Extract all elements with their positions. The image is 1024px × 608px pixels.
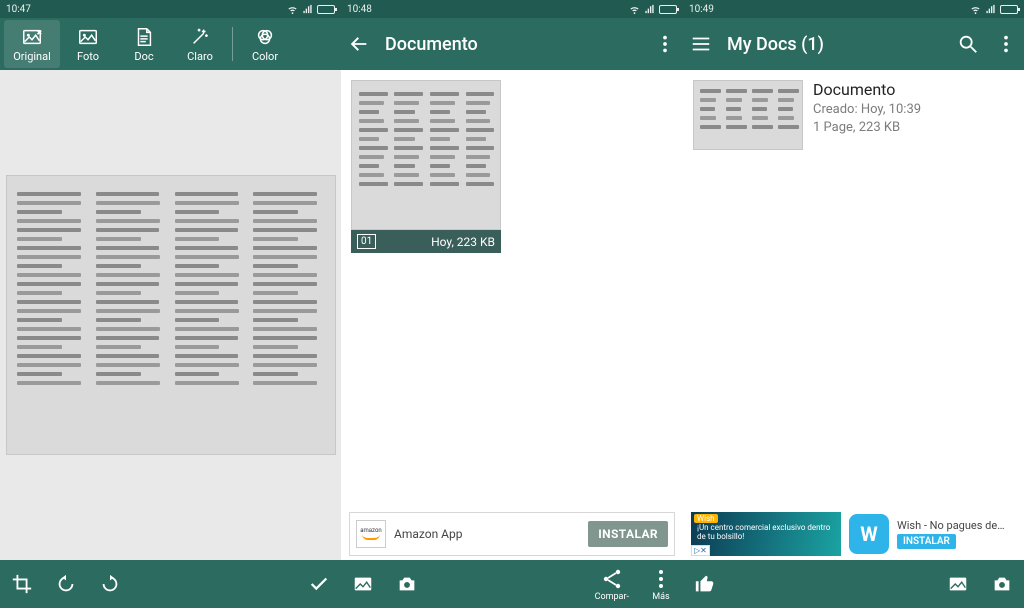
ad-title: Wish - No pagues de… (897, 519, 1005, 532)
library-bottombar (683, 560, 1024, 608)
wifi-icon (629, 4, 640, 15)
doc-thumbnail (693, 80, 803, 150)
filter-original[interactable]: Original (4, 20, 60, 68)
status-bar: 10:49 (683, 0, 1024, 18)
thumbs-up-button[interactable] (693, 572, 717, 596)
filter-claro-label: Claro (187, 50, 213, 63)
more-label: Más (652, 592, 669, 602)
confirm-button[interactable] (307, 572, 331, 596)
crop-button[interactable] (10, 572, 34, 596)
docs-list[interactable]: Documento Creado: Hoy, 10:39 1 Page, 223… (683, 70, 1024, 560)
ad-brand-tag: Wish (694, 514, 718, 523)
preview-area[interactable] (0, 70, 341, 560)
ad-image: Wish ¡Un centro comercial exclusivo dent… (691, 512, 841, 556)
filter-claro[interactable]: Claro (172, 20, 228, 68)
wifi-icon (970, 4, 981, 15)
page-caption: 01 Hoy, 223 KB (351, 230, 501, 253)
filter-foto[interactable]: Foto (60, 20, 116, 68)
rotate-right-button[interactable] (98, 572, 122, 596)
ad-title: Amazon App (394, 527, 463, 541)
toolbar-separator (232, 27, 233, 61)
filter-color[interactable]: Color (237, 20, 293, 68)
battery-icon (317, 5, 335, 14)
filter-original-label: Original (13, 50, 51, 63)
filter-color-label: Color (252, 50, 278, 63)
page-title: My Docs (1) (727, 34, 942, 55)
gallery-button[interactable] (946, 572, 970, 596)
signal-icon (644, 4, 655, 15)
ad-install-button[interactable]: INSTALAR (588, 521, 668, 547)
status-bar: 10:48 (341, 0, 683, 18)
battery-icon (659, 5, 677, 14)
rotate-left-button[interactable] (54, 572, 78, 596)
filter-doc-label: Doc (134, 50, 153, 63)
share-label: Compar- (595, 592, 629, 602)
page-thumbnail[interactable]: 01 Hoy, 223 KB (351, 80, 501, 253)
doc-size: 1 Page, 223 KB (813, 119, 921, 137)
page-meta: Hoy, 223 KB (431, 235, 495, 249)
filter-toolbar: Original Foto Doc Claro Color (0, 18, 341, 70)
doc-title: Documento (813, 80, 921, 99)
more-button[interactable]: Más (649, 567, 673, 602)
camera-button[interactable] (990, 572, 1014, 596)
doc-created: Creado: Hoy, 10:39 (813, 101, 921, 119)
gallery-button[interactable] (351, 572, 375, 596)
overflow-button[interactable] (653, 32, 677, 56)
filter-doc[interactable]: Doc (116, 20, 172, 68)
battery-icon (1000, 5, 1018, 14)
doc-list-item[interactable]: Documento Creado: Hoy, 10:39 1 Page, 223… (683, 70, 1024, 160)
page-thumbnail-image (351, 80, 501, 230)
clock: 10:48 (347, 4, 372, 15)
back-button[interactable] (347, 32, 371, 56)
camera-button[interactable] (395, 572, 419, 596)
wish-logo-icon: W (849, 514, 889, 554)
ad-banner[interactable]: amazon Amazon App INSTALAR (349, 512, 675, 556)
menu-button[interactable] (689, 32, 713, 56)
share-button[interactable]: Compar- (595, 567, 629, 602)
signal-icon (302, 4, 313, 15)
page-title: Documento (385, 34, 639, 55)
status-bar: 10:47 (0, 0, 341, 18)
signal-icon (985, 4, 996, 15)
doc-bottombar: Compar- Más (341, 560, 683, 608)
edit-bottombar (0, 560, 341, 608)
wifi-icon (287, 4, 298, 15)
overflow-button[interactable] (994, 32, 1018, 56)
page-index-badge: 01 (357, 234, 376, 249)
filter-foto-label: Foto (77, 50, 99, 63)
ad-banner[interactable]: Wish ¡Un centro comercial exclusivo dent… (691, 512, 1016, 556)
ad-install-button[interactable]: INSTALAR (897, 534, 956, 549)
clock: 10:49 (689, 4, 714, 15)
clock: 10:47 (6, 4, 31, 15)
library-topbar: My Docs (1) (683, 18, 1024, 70)
amazon-logo-icon: amazon (356, 520, 386, 548)
search-button[interactable] (956, 32, 980, 56)
ad-copy: ¡Un centro comercial exclusivo dentro de… (697, 524, 841, 542)
pages-grid[interactable]: 01 Hoy, 223 KB amazon Amazon App INSTALA… (341, 70, 683, 560)
adchoices-icon[interactable]: ▷✕ (691, 545, 710, 556)
scanned-page-preview (6, 175, 336, 455)
doc-topbar: Documento (341, 18, 683, 70)
